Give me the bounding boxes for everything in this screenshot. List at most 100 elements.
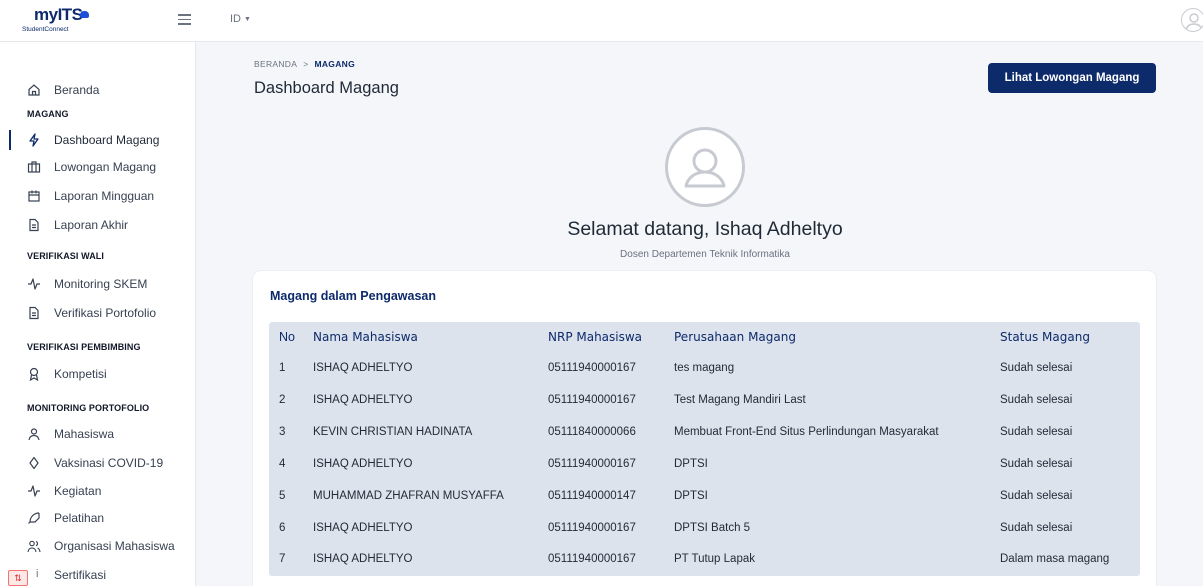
cell-status: Sudah selesai [1000,394,1073,406]
breadcrumb-home[interactable]: BERANDA [254,59,297,69]
sidebar-item-organisasi-mahasiswa[interactable]: Organisasi Mahasiswa [0,534,196,558]
active-indicator [9,130,11,150]
sidebar-item-laporan-akhir[interactable]: Laporan Akhir [0,213,196,237]
table-row[interactable]: 7 ISHAQ ADHELTYO 05111940000167 PT Tutup… [269,545,1140,575]
sidebar-item-sertifikasi[interactable]: Sertifikasi [0,563,196,586]
menu-toggle-icon[interactable] [178,14,191,25]
sidebar-item-label: Kompetisi [54,367,107,381]
myits-logo[interactable]: myITS StudentConnect [22,5,92,37]
cell-status: Sudah selesai [1000,522,1073,534]
chevron-right-icon: > [303,59,309,69]
cell-no: 2 [279,394,286,406]
cell-no: 4 [279,458,286,470]
cell-status: Sudah selesai [1000,490,1073,502]
home-icon [27,83,41,97]
cell-no: 3 [279,426,286,438]
table-header-row: No Nama Mahasiswa NRP Mahasiswa Perusaha… [269,322,1140,352]
cell-perusahaan: DPTSI [674,458,708,470]
award-icon [27,367,41,382]
sidebar-item-label: Organisasi Mahasiswa [54,539,175,553]
sidebar-item-vaksinasi[interactable]: Vaksinasi COVID-19 [0,451,196,475]
cell-nrp: 05111940000167 [548,362,636,374]
lihat-lowongan-button[interactable]: Lihat Lowongan Magang [988,63,1156,93]
table-row[interactable]: 5 MUHAMMAD ZHAFRAN MUSYAFFA 051119400001… [269,482,1140,512]
breadcrumb: BERANDA > MAGANG [254,59,355,69]
cell-nrp: 05111940000167 [548,522,636,534]
table-row[interactable]: 1 ISHAQ ADHELTYO 05111940000167 tes maga… [269,354,1140,384]
cell-status: Dalam masa magang [1000,553,1110,565]
section-title-verifikasi-wali: VERIFIKASI WALI [27,251,105,261]
profile-avatar-icon [665,127,745,207]
feather-icon [27,511,41,525]
sidebar-item-label: Beranda [54,83,100,97]
table-row[interactable]: 2 ISHAQ ADHELTYO 05111940000167 Test Mag… [269,386,1140,416]
cell-nrp: 05111940000147 [548,490,636,502]
document-icon [27,218,41,232]
cell-perusahaan: Membuat Front-End Situs Perlindungan Mas… [674,426,939,438]
cell-nama: ISHAQ ADHELTYO [313,522,413,534]
calendar-icon [27,189,41,203]
sidebar-item-label: Verifikasi Portofolio [54,306,157,320]
cell-status: Sudah selesai [1000,362,1073,374]
document-icon [27,306,41,320]
cell-nrp: 05111840000066 [548,426,636,438]
sidebar-item-label: Sertifikasi [54,568,107,582]
sidebar-item-mahasiswa[interactable]: Mahasiswa [0,422,196,446]
sidebar-item-label: Lowongan Magang [54,160,157,174]
cell-nama: ISHAQ ADHELTYO [313,458,413,470]
activity-icon [27,277,41,291]
table-row[interactable]: 4 ISHAQ ADHELTYO 05111940000167 DPTSI Su… [269,450,1140,480]
cell-nrp: 05111940000167 [548,458,636,470]
logo-main-text: myITS [34,5,83,24]
sidebar-item-verifikasi-portofolio[interactable]: Verifikasi Portofolio [0,301,196,325]
sidebar-item-dashboard-magang[interactable]: Dashboard Magang [0,128,196,152]
table-row[interactable]: 6 ISHAQ ADHELTYO 05111940000167 DPTSI Ba… [269,514,1140,544]
sidebar-item-label: Pelatihan [54,511,105,525]
cell-no: 7 [279,553,286,565]
breadcrumb-current: MAGANG [314,59,355,69]
header-nama: Nama Mahasiswa [313,330,418,344]
cell-no: 1 [279,362,286,374]
sidebar-item-label: Laporan Akhir [54,218,129,232]
activity-icon [27,484,41,498]
header-status: Status Magang [1000,330,1090,344]
sidebar: Beranda MAGANG Dashboard Magang Lowongan… [0,42,196,586]
card-title: Magang dalam Pengawasan [270,289,437,303]
user-avatar-icon[interactable] [1181,8,1203,32]
sidebar-item-kompetisi[interactable]: Kompetisi [0,362,196,386]
cell-nrp: 05111940000167 [548,553,636,565]
user-role: Dosen Departemen Teknik Informatika [620,249,790,260]
sidebar-item-label: Monitoring SKEM [54,277,148,291]
supervision-card: Magang dalam Pengawasan No Nama Mahasisw… [253,271,1156,586]
cell-no: 5 [279,490,286,502]
bolt-icon [27,133,41,147]
sidebar-item-label: Mahasiswa [54,427,115,441]
sidebar-item-pelatihan[interactable]: Pelatihan [0,506,196,530]
sidebar-item-label: Vaksinasi COVID-19 [54,456,164,470]
sidebar-item-label: Kegiatan [54,484,102,498]
shield-icon [27,456,41,470]
pdf-icon[interactable]: ⇅ [8,570,28,586]
language-label: ID [230,13,241,25]
sidebar-item-monitoring-skem[interactable]: Monitoring SKEM [0,272,196,296]
sidebar-item-lowongan-magang[interactable]: Lowongan Magang [0,155,196,179]
top-bar: myITS StudentConnect ID ▼ [0,0,1203,42]
table-row[interactable]: 3 KEVIN CHRISTIAN HADINATA 0511184000006… [269,418,1140,448]
cell-perusahaan: Test Magang Mandiri Last [674,394,806,406]
sidebar-item-laporan-mingguan[interactable]: Laporan Mingguan [0,184,196,208]
cell-nama: KEVIN CHRISTIAN HADINATA [313,426,473,438]
cell-nrp: 05111940000167 [548,394,636,406]
cell-perusahaan: PT Tutup Lapak [674,553,755,565]
header-nrp: NRP Mahasiswa [548,330,643,344]
header-no: No [279,330,295,344]
sidebar-item-beranda[interactable]: Beranda [0,78,196,102]
section-title-verifikasi-pembimbing: VERIFIKASI PEMBIMBING [27,342,141,352]
sidebar-item-kegiatan[interactable]: Kegiatan [0,479,196,503]
section-title-magang: MAGANG [27,109,69,119]
sidebar-item-label: Dashboard Magang [54,133,160,147]
chevron-down-icon: ▼ [244,16,251,23]
language-selector[interactable]: ID ▼ [230,13,251,25]
cell-nama: ISHAQ ADHELTYO [313,553,413,565]
user-icon [27,427,41,441]
header-perusahaan: Perusahaan Magang [674,330,796,344]
